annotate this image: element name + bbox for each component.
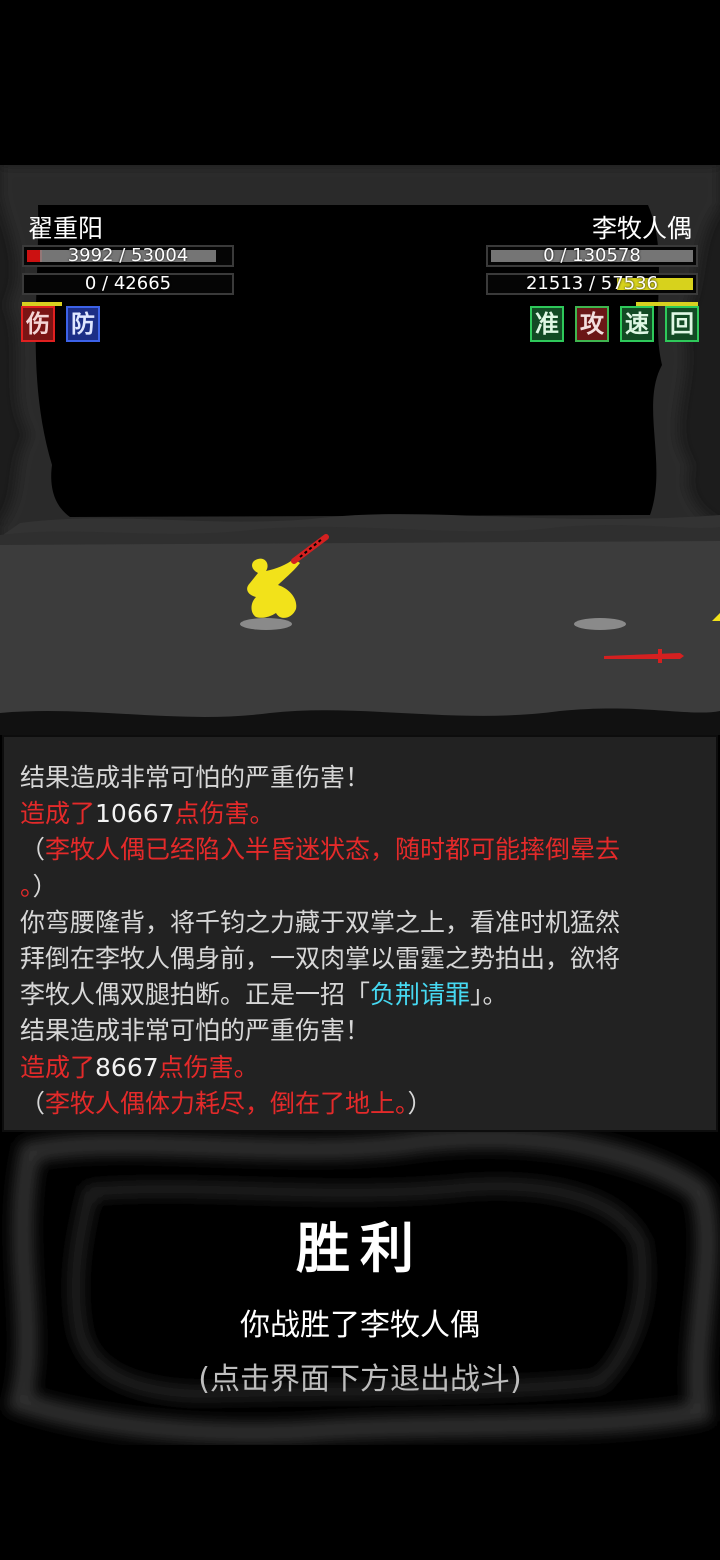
log-line: 你弯腰隆背，将千钧之力藏于双掌之上，看准时机猛然 [20,906,620,940]
log-segment: ） [32,871,58,901]
enemy-mp-text: 21513 / 57536 [525,273,659,294]
log-segment: 结果造成非常可怕的严重伤害！ [20,1016,371,1046]
enemy-name: 李牧人偶 [591,214,692,243]
log-segment: 拜倒在李牧人偶身前，一双肉掌以雷霆之势拍出，欲将 [20,944,621,973]
enemy-mp-bar: 21513 / 57536 [486,273,698,295]
log-segment: ） [407,1088,433,1118]
bottom-letterbox [0,1445,720,1560]
result-panel[interactable]: 胜利 你战胜了李牧人偶 (点击界面下方退出战斗) [0,1132,720,1445]
player-mp-text: 0 / 42665 [84,273,172,294]
log-segment: 李牧人偶双腿拍断。正是一招「 [20,980,371,1010]
log-segment: 你弯腰隆背，将千钧之力藏于双掌之上，看准时机猛然 [20,907,621,937]
log-segment: 8667 [95,1052,159,1082]
status-tag-1[interactable]: 攻 [575,306,609,342]
log-segment: 」。 [470,980,508,1010]
log-segment: 10667 [95,799,175,829]
status-tag-0[interactable]: 伤 [21,306,55,342]
player-hp-text: 3992 / 53004 [67,245,189,266]
status-tag-3[interactable]: 回 [665,306,699,342]
battle-log[interactable]: 结果造成非常可怕的严重伤害！ 造成了10667点伤害。 （李牧人偶已经陷入半昏迷状态… [2,735,718,1132]
log-line: （李牧人偶体力耗尽，倒在了地上。） [20,1087,433,1121]
log-segment: 负荆请罪 [370,980,471,1010]
log-segment: 造成了 [20,1052,96,1082]
status-tag-0[interactable]: 准 [530,306,564,342]
top-letterbox [0,0,720,165]
log-segment: 结果造成非常可怕的严重伤害！ [20,763,371,792]
log-segment: （ [20,835,46,865]
victory-subtitle: 你战胜了李牧人偶 [240,1308,480,1343]
log-line: 结果造成非常可怕的严重伤害！ [20,761,370,795]
status-tag-2[interactable]: 速 [620,306,654,342]
victory-title: 胜利 [296,1216,424,1280]
log-segment: 造成了 [20,799,96,829]
log-line: 。） [20,870,58,904]
log-segment: 李牧人偶已经陷入半昏迷状态，随时都可能摔倒晕去 [45,835,621,865]
log-line: （李牧人偶已经陷入半昏迷状态，随时都可能摔倒晕去 [20,833,620,867]
log-cut-line [20,737,540,745]
player-hp-bar: 3992 / 53004 [22,245,234,267]
log-line: 结果造成非常可怕的严重伤害！ [20,1014,370,1048]
enemy-hp-bar: 0 / 130578 [486,245,698,267]
log-line: 造成了8667点伤害。 [20,1051,259,1085]
log-line: 李牧人偶双腿拍断。正是一招「负荆请罪」。 [20,978,508,1012]
exit-hint[interactable]: (点击界面下方退出战斗) [0,1354,720,1398]
status-tag-1[interactable]: 防 [66,306,100,342]
log-line: 造成了10667点伤害。 [20,797,275,831]
log-segment: 点伤害。 [174,799,275,829]
log-segment: 。 [20,871,33,901]
log-segment: 李牧人偶体力耗尽，倒在了地上。 [45,1088,408,1118]
player-name: 翟重阳 [28,214,104,243]
result-background [0,1132,720,1445]
log-line: 拜倒在李牧人偶身前，一双肉掌以雷霆之势拍出，欲将 [20,942,620,976]
log-segment: （ [20,1088,46,1118]
enemy-hp-text: 0 / 130578 [543,245,641,266]
player-mp-bar: 0 / 42665 [22,273,234,295]
log-segment: 点伤害。 [158,1052,259,1082]
battle-scene[interactable]: 翟重阳 李牧人偶 3992 / 53004 0 / 42665 0 / 1305… [0,165,720,735]
